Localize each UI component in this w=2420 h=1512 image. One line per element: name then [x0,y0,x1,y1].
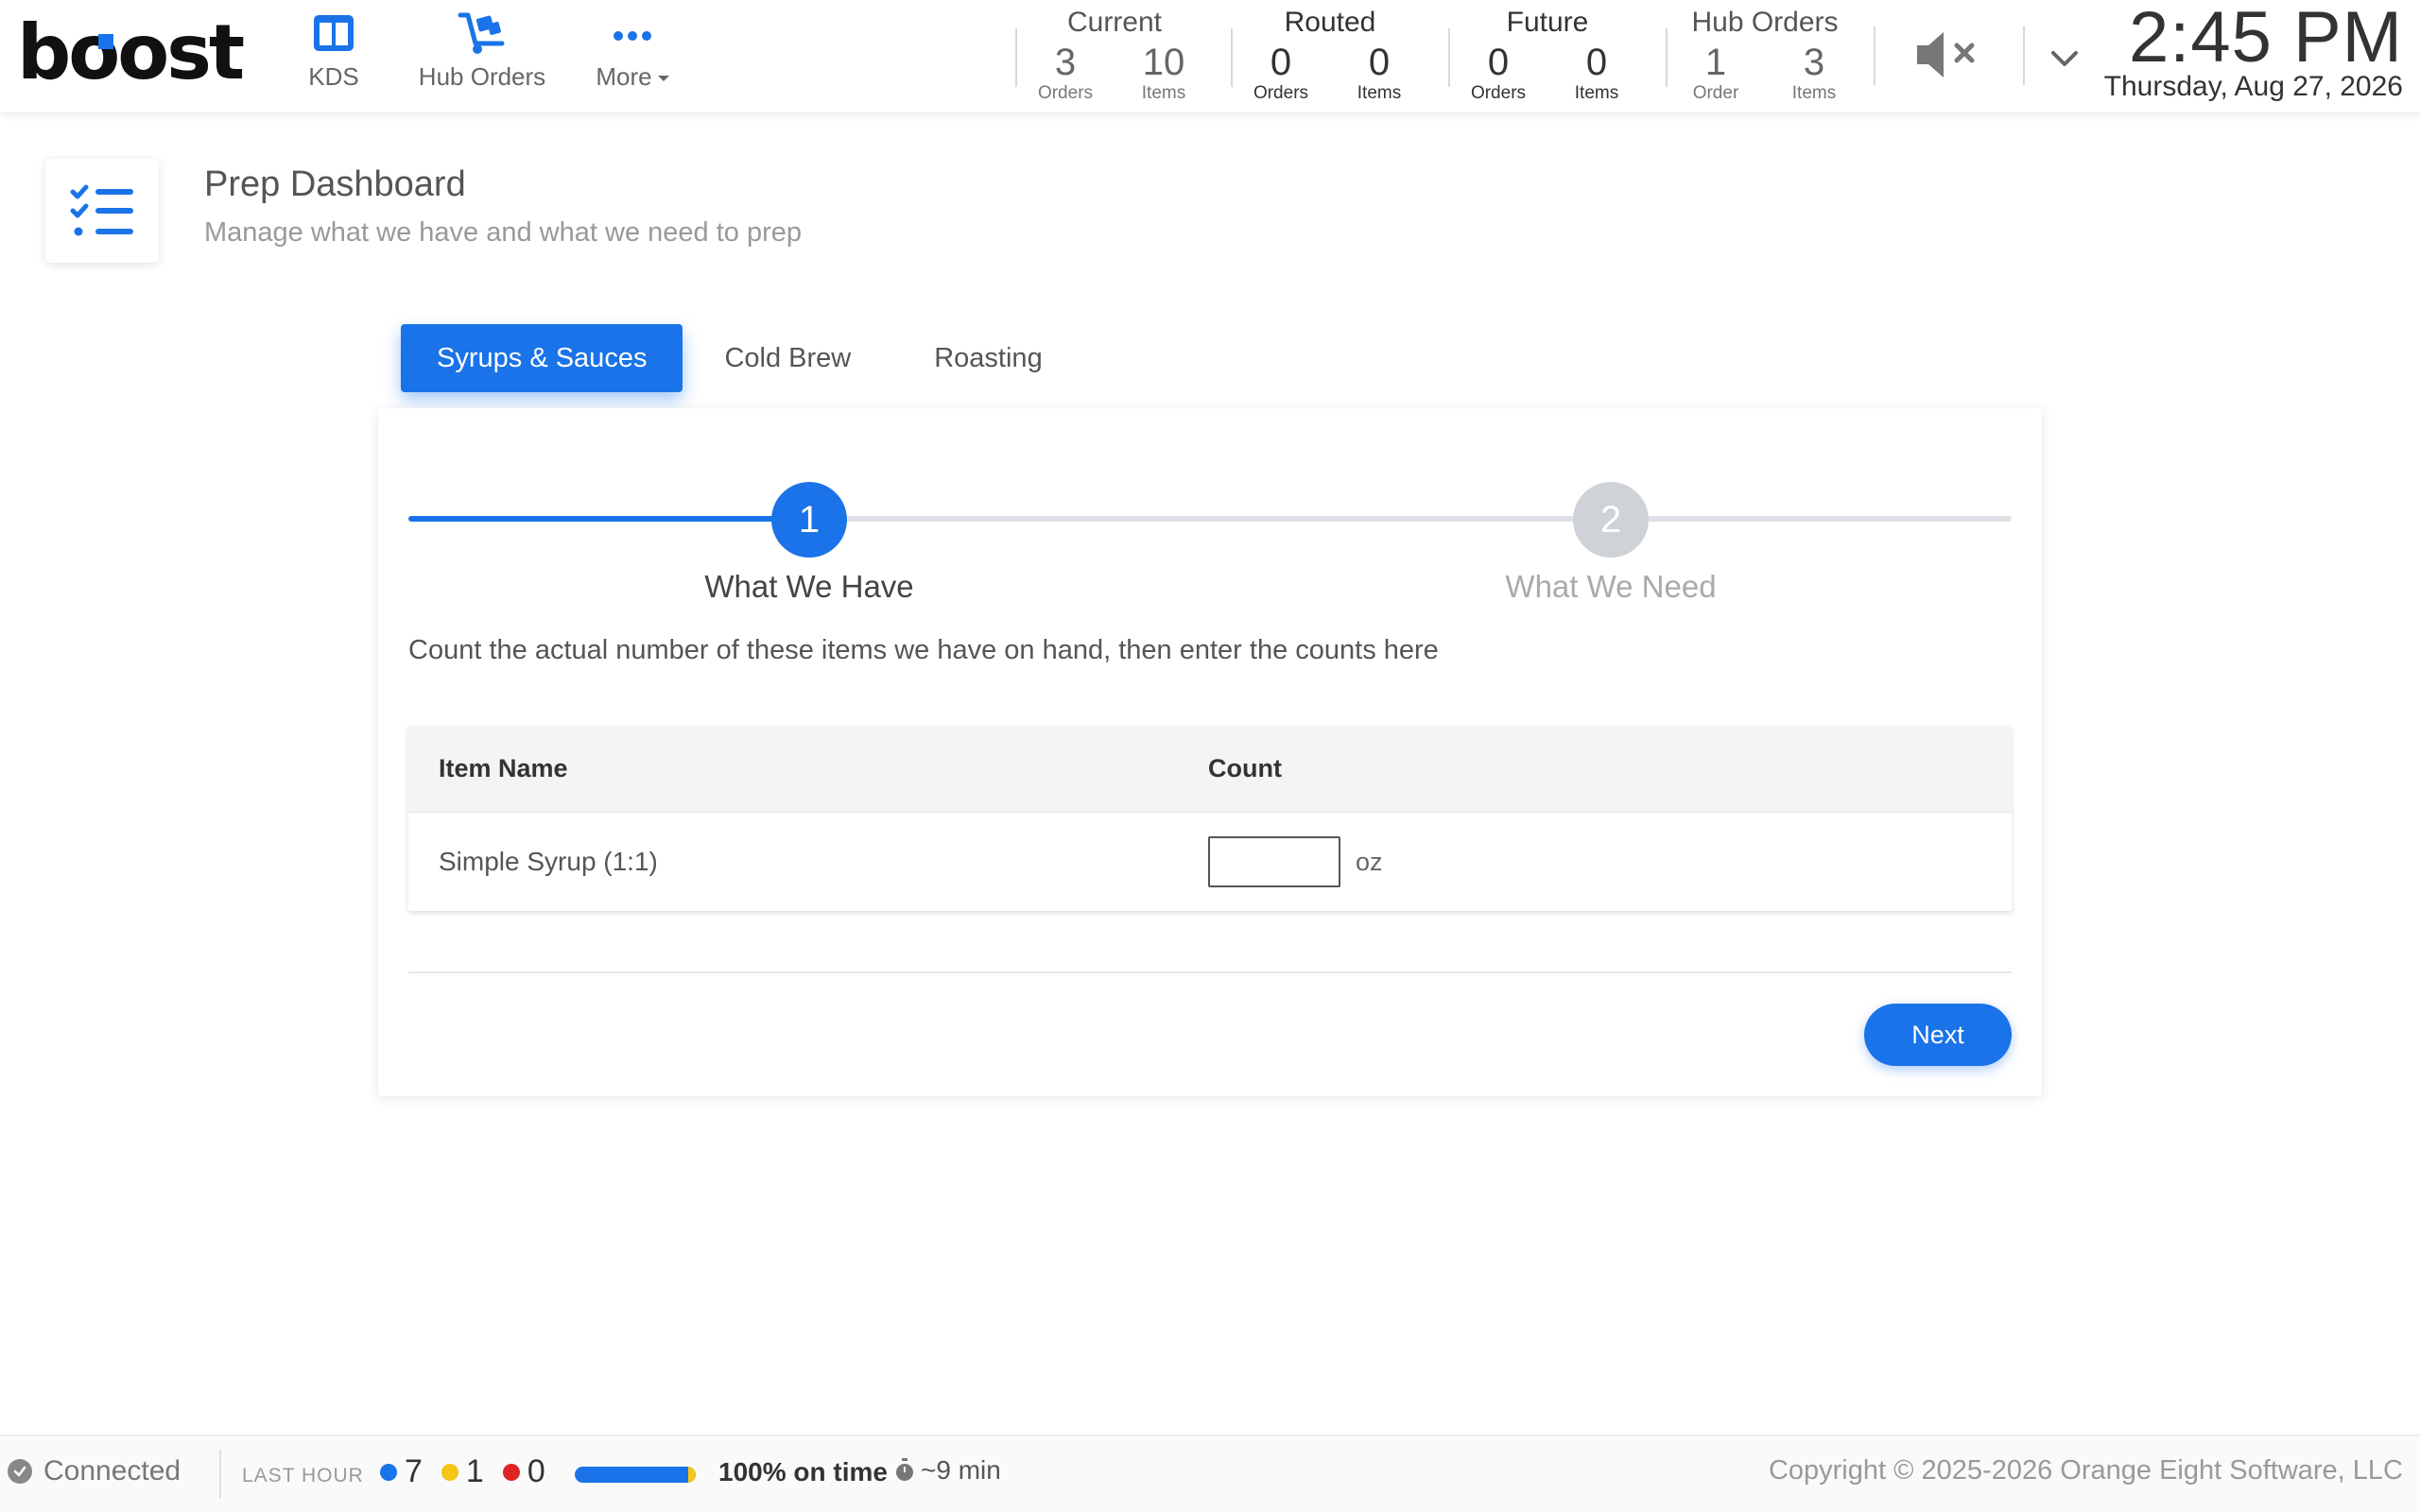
blue-dot-icon [380,1463,397,1481]
stat-future-title: Future [1506,7,1589,38]
on-time-percent: 100% on time [718,1457,888,1486]
logo-text-b: b [17,9,71,96]
last-hour-counts: 7 1 0 [380,1453,564,1490]
nav-more-text: More [596,62,652,91]
caret-down-icon [657,76,669,82]
connection-status-text: Connected [43,1455,182,1486]
footer-separator [219,1450,221,1499]
table-header: Item Name Count [408,726,2012,813]
columns-icon [314,15,354,51]
logo-text-o: o [68,9,120,96]
stepper-progress-line [408,516,809,522]
copyright: Copyright © 2025-2026 Orange Eight Softw… [1768,1455,2403,1486]
stat-current-items: 10 [1142,42,1185,83]
stat-separator [1231,28,1233,87]
count-warning: 1 [465,1453,484,1489]
stat-future-orders-label: Orders [1470,83,1527,103]
stat-hub-orders-orders-label: Order [1692,83,1739,103]
yellow-dot-icon [441,1463,458,1481]
stat-future-items: 0 [1585,42,1608,83]
count-late: 0 [527,1453,545,1489]
header-separator [2023,26,2025,85]
next-button[interactable]: Next [1864,1004,2012,1066]
stepper-remaining-line [809,516,2012,522]
stepper: 1 2 What We Have What We Need [408,442,2012,604]
chevron-down-icon[interactable] [2034,32,2095,83]
stat-current-items-label: Items [1141,83,1186,103]
clock-date: Thursday, Aug 27, 2026 [2103,71,2403,102]
mute-icon[interactable] [1913,26,1989,83]
stat-future-orders: 0 [1487,42,1510,83]
on-time-progress-bar [575,1467,696,1483]
count-unit: oz [1356,847,1383,876]
tab-syrups-sauces[interactable]: Syrups & Sauces [401,324,683,392]
stopwatch-icon [896,1458,913,1481]
hand-truck-icon [458,12,505,54]
tab-cold-brew[interactable]: Cold Brew [683,324,892,392]
stat-hub-orders-title: Hub Orders [1691,7,1839,38]
header-separator [1874,26,1876,85]
nav-kds[interactable]: KDS [301,9,367,92]
prep-tabs: Syrups & Sauces Cold Brew Roasting [401,324,1084,392]
nav-hub-orders[interactable]: Hub Orders [406,9,558,92]
nav-hub-orders-label: Hub Orders [418,62,546,91]
stat-separator [1015,28,1017,87]
last-hour-label: LAST HOUR [242,1465,364,1486]
column-header-item-name: Item Name [439,754,568,782]
stat-separator [1666,28,1668,87]
stat-future-items-label: Items [1574,83,1619,103]
stat-hub-orders-orders: 1 [1704,42,1727,83]
stat-routed[interactable]: Routed 0 Orders 0 Items [1231,4,1429,106]
step-1-label: What We Have [704,569,914,604]
progress-warning-segment [688,1467,696,1483]
dots-icon [614,31,651,41]
tab-roasting[interactable]: Roasting [892,324,1083,392]
item-name: Simple Syrup (1:1) [439,847,658,876]
stat-current-orders-label: Orders [1037,83,1094,103]
check-circle-icon [8,1459,32,1484]
count-input[interactable] [1208,836,1340,887]
stat-separator [1448,28,1450,87]
card-divider [408,971,2012,973]
stat-routed-orders-label: Orders [1253,83,1309,103]
count-on-time: 7 [405,1453,423,1489]
inventory-table: Item Name Count Simple Syrup (1:1) oz [408,726,2012,911]
boost-logo[interactable]: boost [17,9,245,96]
column-header-count: Count [1208,754,1282,782]
stat-routed-items: 0 [1368,42,1391,83]
page-title: Prep Dashboard [204,164,466,204]
connection-status: Connected [8,1455,181,1487]
step-1-circle[interactable]: 1 [771,482,847,558]
stat-routed-orders: 0 [1270,42,1292,83]
avg-time-text: ~9 min [921,1455,1001,1485]
instruction-text: Count the actual number of these items w… [408,635,1439,665]
red-dot-icon [502,1463,520,1481]
status-footer: Connected LAST HOUR 7 1 0 100% on time ~… [0,1435,2420,1512]
stat-current[interactable]: Current 3 Orders 10 Items [1015,4,1214,106]
page-subtitle: Manage what we have and what we need to … [204,217,802,248]
stat-current-orders: 3 [1054,42,1077,83]
clock-time: 2:45 PM [2128,0,2403,77]
stat-future[interactable]: Future 0 Orders 0 Items [1448,4,1647,106]
stat-routed-items-label: Items [1357,83,1402,103]
step-2-circle[interactable]: 2 [1573,482,1649,558]
stat-routed-title: Routed [1284,7,1376,38]
table-row: Simple Syrup (1:1) oz [408,813,2012,911]
avg-time: ~9 min [894,1455,1001,1486]
stat-hub-orders[interactable]: Hub Orders 1 Order 3 Items [1666,4,1864,106]
nav-more-label: More [580,62,684,92]
page-icon-box [45,159,159,263]
nav-more[interactable]: More [580,9,684,92]
stat-current-title: Current [1066,7,1163,38]
step-2-label: What We Need [1505,569,1717,604]
stat-hub-orders-items-label: Items [1791,83,1837,103]
logo-text-ost: ost [117,9,245,96]
nav-kds-label: KDS [308,62,359,91]
checklist-icon [70,184,133,236]
top-header: boost KDS Hub Orders More Current 3 Order [0,0,2420,112]
stat-hub-orders-items: 3 [1803,42,1825,83]
prep-card: 1 2 What We Have What We Need Count the … [378,408,2042,1096]
